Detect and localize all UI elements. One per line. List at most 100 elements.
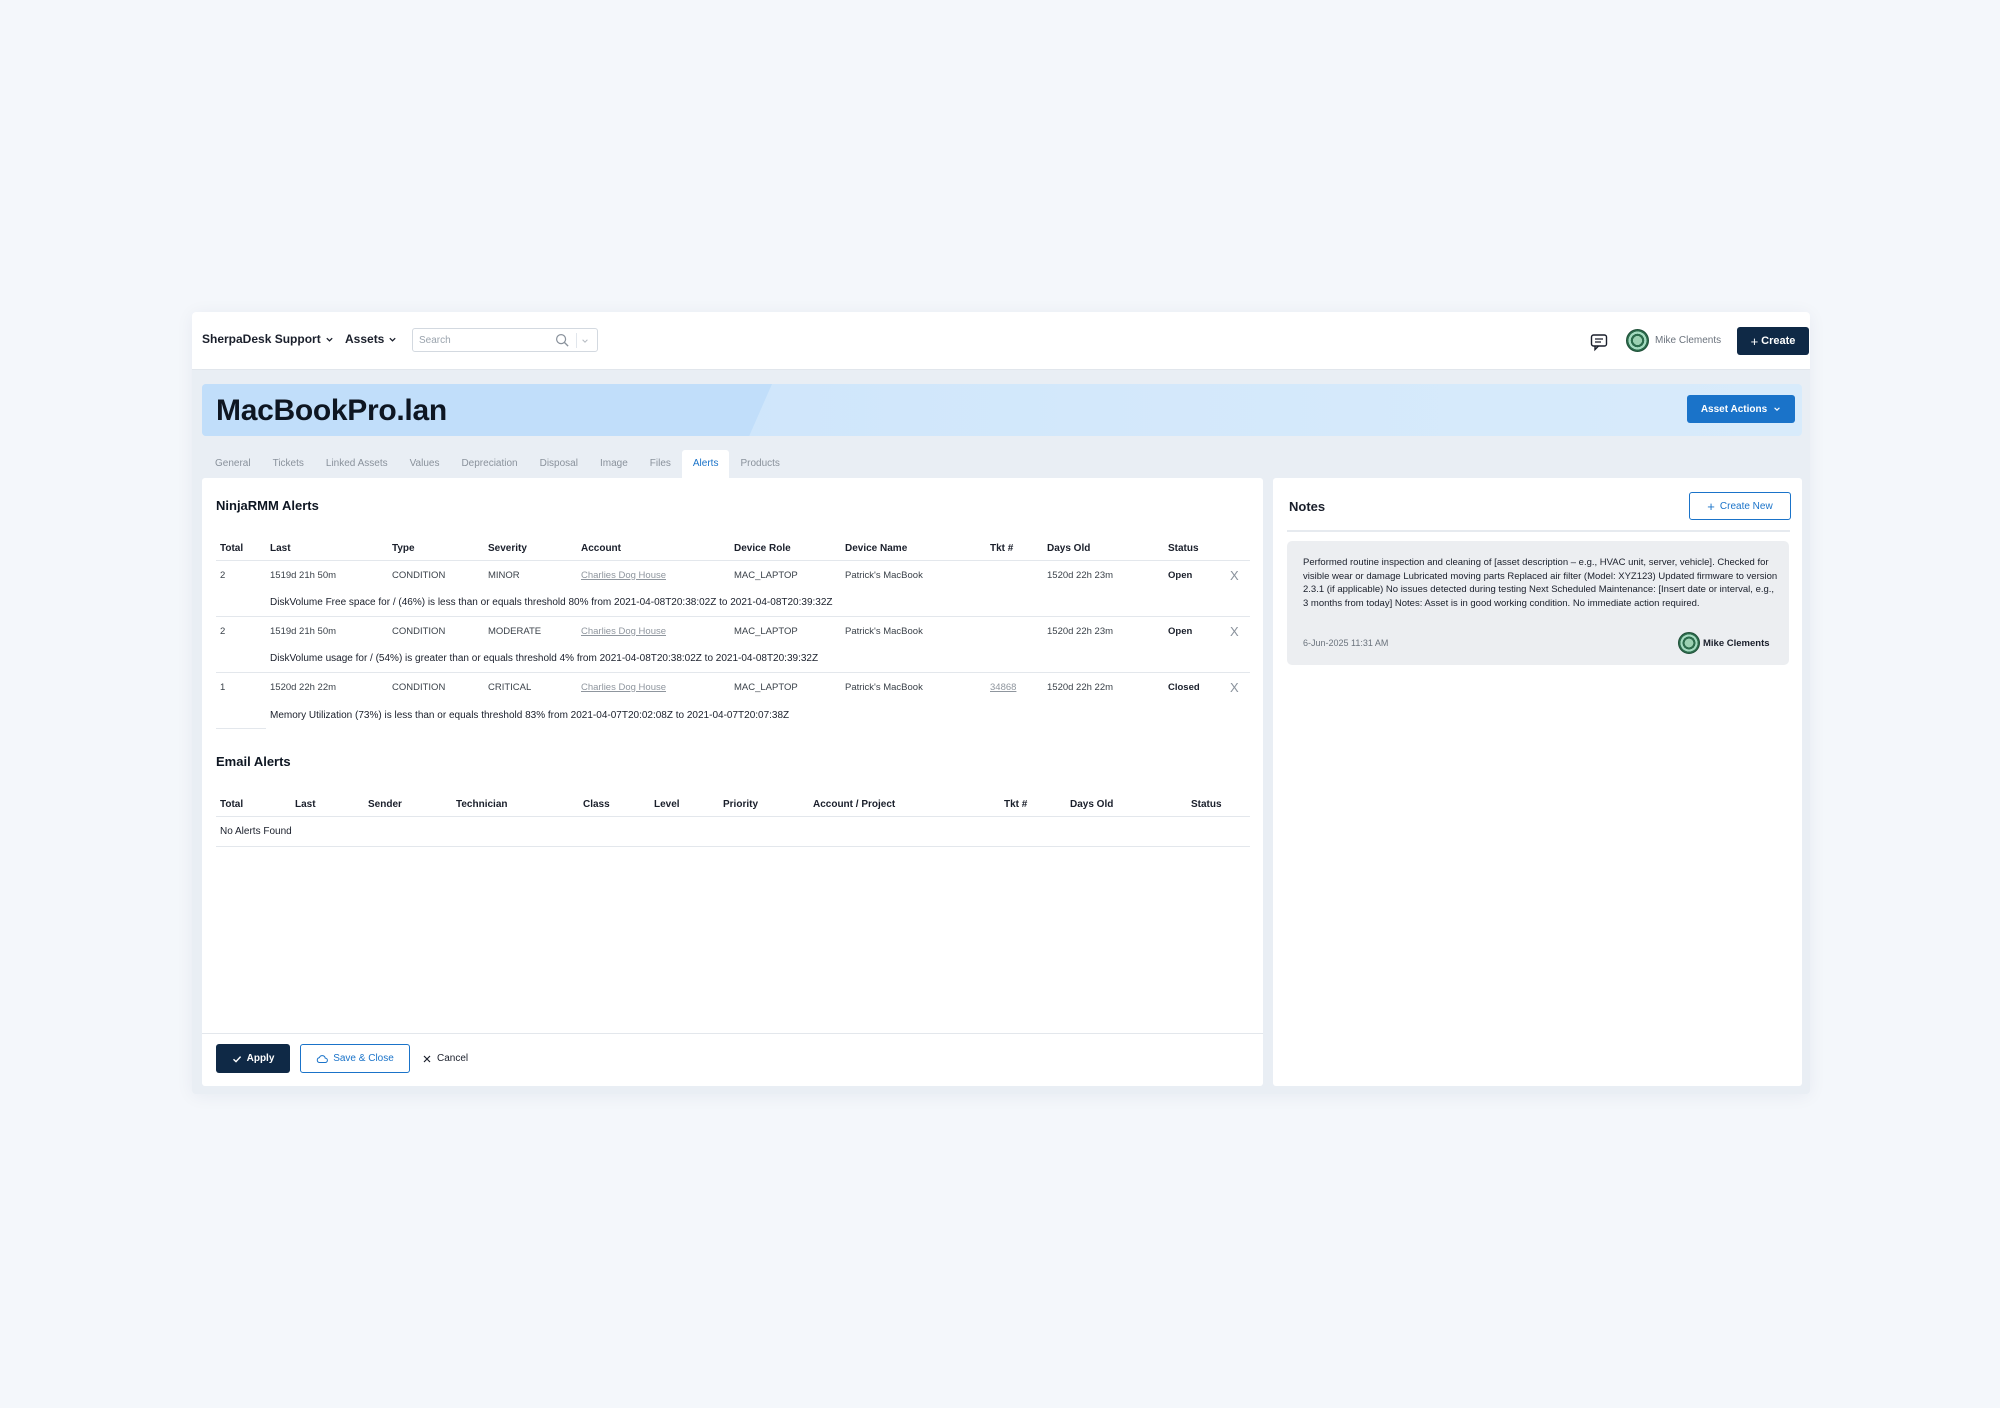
tab-values[interactable]: Values: [399, 450, 451, 478]
tab-image[interactable]: Image: [589, 450, 639, 478]
cell-device-role: MAC_LAPTOP: [734, 625, 798, 637]
alert-message-row: DiskVolume usage for / (54%) is greater …: [216, 646, 1250, 673]
cell-type: CONDITION: [392, 569, 446, 581]
asset-actions-button[interactable]: Asset Actions: [1687, 395, 1795, 423]
tab-alerts[interactable]: Alerts: [681, 450, 730, 478]
column-header[interactable]: Account: [577, 538, 730, 561]
column-header[interactable]: Account / Project: [809, 794, 1000, 817]
org-menu-label: SherpaDesk Support: [202, 332, 321, 346]
note-author: Mike Clements: [1678, 632, 1770, 654]
cancel-label: Cancel: [437, 1053, 469, 1064]
alert-message: Memory Utilization (73%) is less than or…: [270, 709, 790, 721]
cell-severity: CRITICAL: [488, 681, 532, 693]
cell-days-old: 1520d 22h 23m: [1047, 625, 1114, 637]
notes-title: Notes: [1289, 499, 1326, 514]
column-header[interactable]: Tkt #: [986, 538, 1043, 561]
note-card: Performed routine inspection and cleanin…: [1287, 541, 1789, 665]
email-alerts-table: Total Last Sender Technician Class Level…: [216, 794, 1250, 847]
create-button-label: Create: [1761, 335, 1796, 347]
column-header[interactable]: Severity: [484, 538, 577, 561]
form-footer: Apply Save & Close Cancel: [202, 1033, 1263, 1086]
column-header[interactable]: Last: [291, 794, 364, 817]
account-link[interactable]: Charlies Dog House: [581, 682, 666, 693]
column-header[interactable]: Type: [388, 538, 484, 561]
avatar: [1678, 632, 1700, 654]
tab-general[interactable]: General: [204, 450, 262, 478]
note-author-name: Mike Clements: [1703, 637, 1770, 649]
column-header[interactable]: Technician: [452, 794, 579, 817]
cell-status: Open: [1168, 569, 1193, 581]
column-header[interactable]: Status: [1164, 538, 1226, 561]
column-header[interactable]: Days Old: [1043, 538, 1164, 561]
column-header[interactable]: Total: [216, 538, 266, 561]
cell-days-old: 1520d 22h 23m: [1047, 569, 1114, 581]
email-alerts-title: Email Alerts: [216, 754, 291, 769]
apply-button[interactable]: Apply: [216, 1044, 290, 1073]
create-button[interactable]: + Create: [1737, 327, 1809, 355]
cell-device-name: Patrick's MacBook: [845, 625, 923, 637]
alerts-panel: NinjaRMM Alerts Total Last Type Severity…: [202, 478, 1263, 1086]
column-header[interactable]: Tkt #: [1000, 794, 1066, 817]
search-icon[interactable]: [555, 333, 570, 348]
column-header[interactable]: Device Name: [841, 538, 986, 561]
cancel-button[interactable]: Cancel: [422, 1044, 468, 1073]
account-link[interactable]: Charlies Dog House: [581, 626, 666, 637]
account-link[interactable]: Charlies Dog House: [581, 570, 666, 581]
column-header[interactable]: Level: [650, 794, 719, 817]
column-header[interactable]: Last: [266, 538, 388, 561]
message-indent: [216, 590, 266, 617]
ticket-link[interactable]: 34868: [990, 682, 1016, 693]
tab-tickets[interactable]: Tickets: [262, 450, 315, 478]
note-date: 6-Jun-2025 11:31 AM: [1303, 638, 1389, 648]
cloud-icon: [317, 1054, 329, 1063]
tab-products[interactable]: Products: [729, 450, 790, 478]
dismiss-alert-button[interactable]: X: [1230, 680, 1239, 695]
tab-files[interactable]: Files: [639, 450, 682, 478]
notes-panel: Notes + Create New Performed routine ins…: [1273, 478, 1802, 1086]
cell-ticket: 34868: [986, 672, 1043, 702]
column-header[interactable]: Sender: [364, 794, 452, 817]
alert-message: DiskVolume Free space for / (46%) is les…: [266, 590, 1250, 617]
alert-message-row: DiskVolume Free space for / (46%) is les…: [216, 590, 1250, 617]
notes-divider: [1287, 530, 1790, 532]
ninja-alerts-table: Total Last Type Severity Account Device …: [216, 538, 1250, 729]
chevron-down-icon[interactable]: [581, 337, 589, 345]
chevron-down-icon: [1774, 407, 1780, 411]
tab-depreciation[interactable]: Depreciation: [450, 450, 528, 478]
column-header[interactable]: Days Old: [1066, 794, 1187, 817]
dismiss-alert-button[interactable]: X: [1230, 624, 1239, 639]
cell-type: CONDITION: [392, 681, 446, 693]
cell-type: CONDITION: [392, 625, 446, 637]
check-icon: [232, 1055, 241, 1063]
tab-linked-assets[interactable]: Linked Assets: [315, 450, 399, 478]
dismiss-alert-button[interactable]: X: [1230, 568, 1239, 583]
column-header-spacer: [1226, 538, 1250, 561]
create-note-button[interactable]: + Create New: [1689, 492, 1791, 520]
asset-actions-label: Asset Actions: [1700, 403, 1768, 415]
column-header[interactable]: Status: [1187, 794, 1250, 817]
column-header[interactable]: Device Role: [730, 538, 841, 561]
assets-menu[interactable]: Assets: [345, 332, 397, 346]
user-name: Mike Clements: [1655, 335, 1722, 346]
search-input[interactable]: [419, 332, 549, 348]
cell-device-role: MAC_LAPTOP: [734, 569, 798, 581]
plus-icon: +: [1750, 333, 1759, 349]
app-window: SherpaDesk Support Assets Mike Clements …: [192, 312, 1810, 1094]
table-row: 2 1519d 21h 50m CONDITION MINOR Charlies…: [216, 560, 1250, 590]
column-header[interactable]: Total: [216, 794, 291, 817]
table-header-row: Total Last Type Severity Account Device …: [216, 538, 1250, 561]
message-indent: [216, 702, 266, 729]
page-title: MacBookPro.lan: [216, 394, 447, 427]
close-icon: [423, 1055, 431, 1062]
cell-dismiss: X: [1226, 672, 1250, 702]
save-close-button[interactable]: Save & Close: [300, 1044, 410, 1073]
cell-dismiss: X: [1226, 560, 1250, 590]
chat-icon[interactable]: [1589, 332, 1609, 352]
column-header[interactable]: Class: [579, 794, 650, 817]
assets-menu-label: Assets: [345, 332, 385, 346]
column-header[interactable]: Priority: [719, 794, 809, 817]
note-text: Performed routine inspection and cleanin…: [1303, 557, 1778, 609]
org-menu[interactable]: SherpaDesk Support: [202, 332, 334, 346]
user-menu[interactable]: Mike Clements: [1626, 329, 1721, 352]
tab-disposal[interactable]: Disposal: [529, 450, 589, 478]
